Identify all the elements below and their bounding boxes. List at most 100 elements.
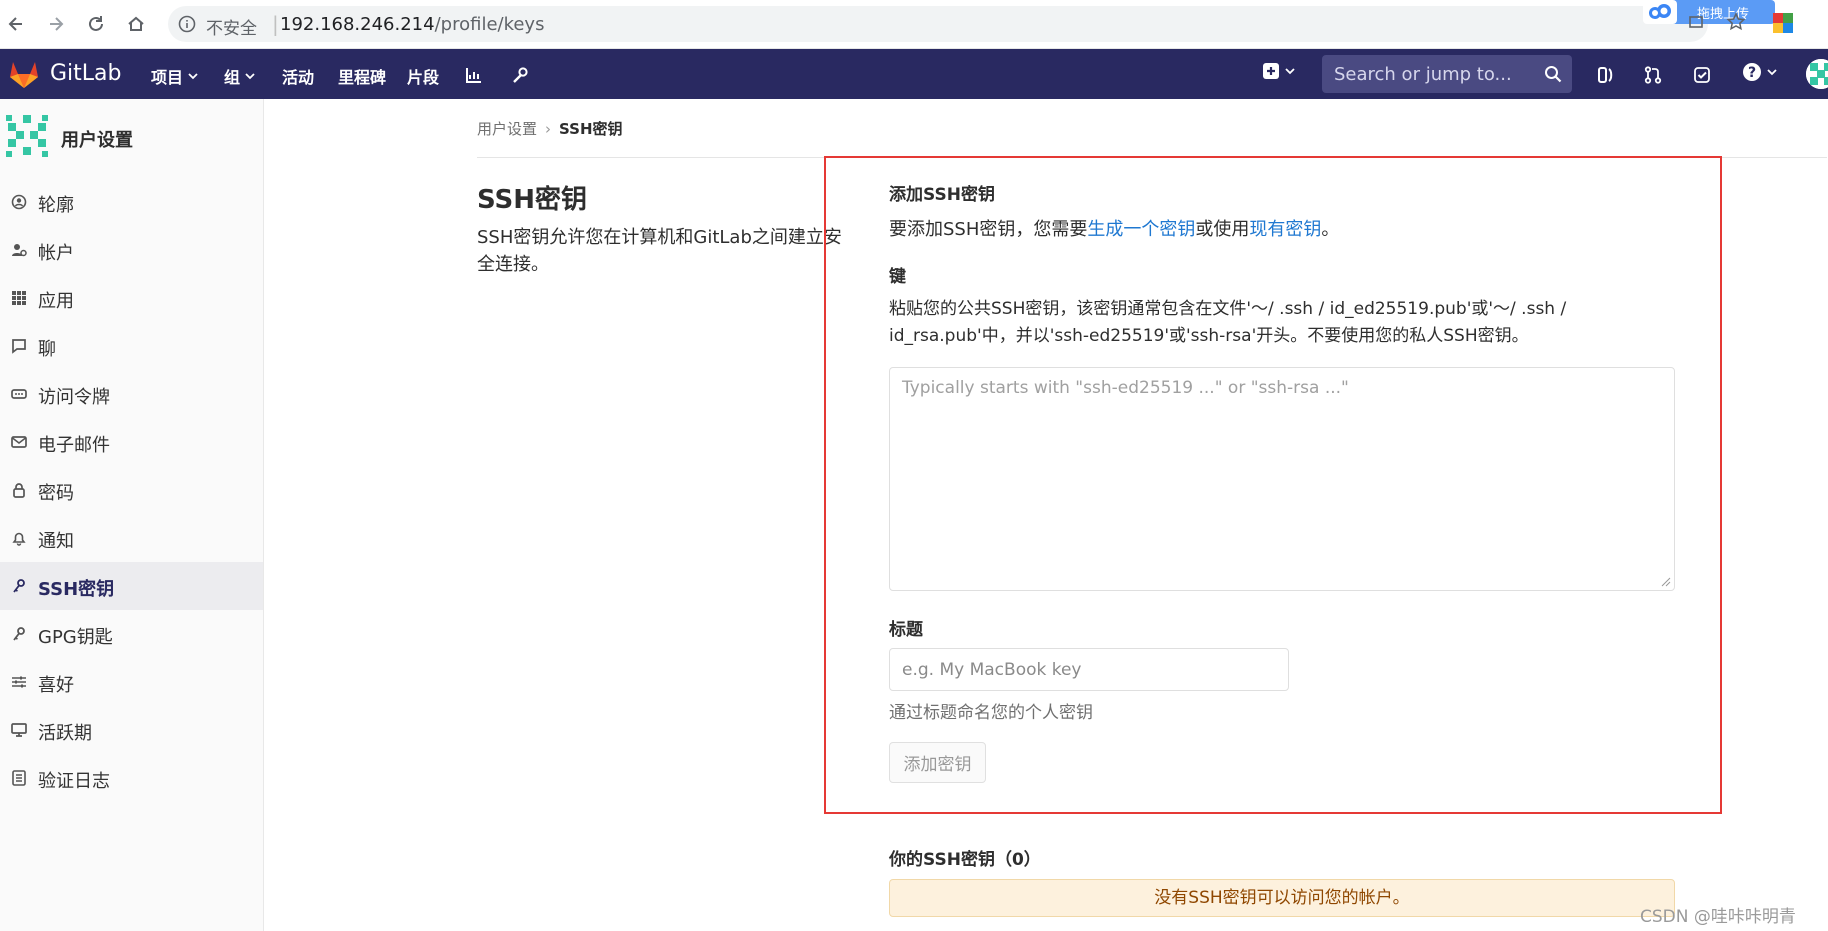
home-icon[interactable] (122, 10, 150, 38)
chat-icon (10, 337, 28, 355)
page-description: SSH密钥允许您在计算机和GitLab之间建立安全连接。 (477, 227, 842, 275)
address-separator: | (272, 12, 279, 36)
sidebar-item-chat[interactable]: 聊 (0, 322, 263, 370)
sidebar-item-auth-log[interactable]: 验证日志 (0, 754, 263, 802)
key-title-input[interactable] (889, 648, 1289, 691)
gitlab-brand[interactable]: GitLab (50, 61, 122, 86)
page-title: SSH密钥 (477, 185, 588, 215)
url-text[interactable]: 192.168.246.214/profile/keys (280, 14, 544, 35)
nav-menu-activity[interactable]: 活动 (282, 64, 314, 88)
ssh-key-textarea[interactable] (889, 367, 1675, 591)
upload-extension-badge[interactable]: 拖拽上传 (1643, 0, 1775, 24)
identicon-avatar (4, 113, 50, 159)
key-icon (10, 577, 28, 595)
key-icon (10, 625, 28, 643)
log-list-icon (10, 769, 28, 787)
new-item-dropdown[interactable] (1262, 62, 1296, 80)
sidebar-item-profile[interactable]: 轮廓 (0, 178, 263, 226)
nav-menu-label: 片段 (407, 68, 440, 87)
mail-icon (10, 433, 28, 451)
sidebar-item-gpg-keys[interactable]: GPG钥匙 (0, 610, 263, 658)
sidebar-item-label: 访问令牌 (38, 387, 110, 408)
reload-icon[interactable] (82, 10, 110, 38)
help-question-icon: ? (1742, 62, 1762, 82)
color-extension-icon[interactable] (1772, 12, 1794, 34)
chevron-down-icon (244, 70, 256, 82)
browser-toolbar: 不安全 | 192.168.246.214/profile/keys 拖拽上传 (0, 0, 1828, 49)
sidebar-item-label: 应用 (38, 291, 74, 312)
key-field-label: 键 (889, 267, 906, 287)
resize-handle-icon[interactable] (1661, 577, 1671, 587)
bookmark-star-icon[interactable] (1726, 12, 1748, 34)
add-desc-prefix: 要添加SSH密钥，您需要 (889, 219, 1088, 240)
sidebar-item-label: 电子邮件 (38, 435, 110, 456)
account-gear-icon (10, 241, 28, 259)
nav-menu-label: 项目 (151, 68, 184, 87)
search-icon[interactable] (1544, 65, 1562, 83)
nav-menu-projects[interactable]: 项目 (151, 64, 199, 88)
merge-request-icon[interactable] (1641, 63, 1665, 87)
settings-sidebar: 用户设置 轮廓 帐户 应用 聊 访问令牌 电子邮件 密码 通知 SSH密钥 GP… (0, 99, 264, 931)
forward-arrow-icon[interactable] (42, 10, 70, 38)
sidebar-item-label: GPG钥匙 (38, 627, 113, 648)
sidebar-item-emails[interactable]: 电子邮件 (0, 418, 263, 466)
applications-grid-icon (10, 289, 28, 307)
add-desc-suffix: 。 (1321, 219, 1340, 240)
sidebar-item-label: 帐户 (38, 243, 74, 264)
sidebar-item-access-tokens[interactable]: 访问令牌 (0, 370, 263, 418)
sidebar-item-label: 通知 (38, 531, 74, 552)
sidebar-header[interactable]: 用户设置 (0, 99, 263, 179)
chevron-down-icon (1284, 65, 1296, 77)
sidebar-item-password[interactable]: 密码 (0, 466, 263, 514)
back-arrow-icon[interactable] (2, 10, 30, 38)
sidebar-item-label: SSH密钥 (38, 579, 115, 600)
wrench-icon[interactable] (508, 63, 532, 87)
help-dropdown[interactable]: ? (1742, 62, 1778, 82)
sidebar-item-applications[interactable]: 应用 (0, 274, 263, 322)
search-box[interactable] (1322, 55, 1572, 93)
chevron-down-icon (187, 70, 199, 82)
breadcrumb-current[interactable]: SSH密钥 (559, 120, 623, 138)
preferences-sliders-icon (10, 673, 28, 691)
generate-key-link[interactable]: 生成一个密钥 (1087, 219, 1195, 240)
title-help-text: 通过标题命名您的个人密钥 (889, 703, 1093, 723)
address-bar[interactable]: 不安全 | 192.168.246.214/profile/keys (168, 6, 1708, 42)
todo-check-icon[interactable] (1690, 63, 1714, 87)
sidebar-item-notifications[interactable]: 通知 (0, 514, 263, 562)
svg-text:?: ? (1748, 65, 1756, 81)
key-field-description: 粘贴您的公共SSH密钥，该密钥通常包含在文件'〜/ .ssh / id_ed25… (889, 299, 1567, 346)
cloud-icon (1643, 0, 1677, 24)
sidebar-item-ssh-keys[interactable]: SSH密钥 (0, 562, 263, 610)
chart-icon[interactable] (462, 63, 486, 87)
search-input[interactable] (1322, 55, 1544, 93)
chevron-right-icon: › (545, 120, 552, 138)
sidebar-item-label: 验证日志 (38, 771, 110, 792)
chevron-down-icon (1766, 66, 1778, 78)
nav-menu-milestones[interactable]: 里程碑 (338, 64, 386, 88)
security-label: 不安全 (206, 19, 257, 39)
nav-menu-label: 活动 (282, 68, 315, 87)
sidebar-title: 用户设置 (61, 130, 133, 151)
plus-square-icon (1262, 62, 1280, 80)
sidebar-item-account[interactable]: 帐户 (0, 226, 263, 274)
existing-key-link[interactable]: 现有密钥 (1249, 219, 1321, 240)
add-ssh-key-description: 要添加SSH密钥，您需要生成一个密钥或使用现有密钥。 (889, 215, 1339, 241)
add-key-button[interactable]: 添加密钥 (889, 742, 986, 783)
issues-icon[interactable] (1594, 63, 1618, 87)
nav-menu-groups[interactable]: 组 (224, 64, 256, 88)
bell-icon (10, 529, 28, 547)
nav-menu-snippets[interactable]: 片段 (407, 64, 439, 88)
profile-icon (10, 193, 28, 211)
sidebar-item-preferences[interactable]: 喜好 (0, 658, 263, 706)
sidebar-item-label: 密码 (38, 483, 74, 504)
no-keys-alert: 没有SSH密钥可以访问您的帐户。 (889, 879, 1675, 917)
download-icon[interactable] (1687, 12, 1709, 34)
sidebar-item-active-sessions[interactable]: 活跃期 (0, 706, 263, 754)
user-avatar[interactable] (1806, 59, 1828, 89)
sidebar-item-label: 活跃期 (38, 723, 92, 744)
info-icon[interactable] (178, 15, 196, 33)
watermark-text: CSDN @哇咔咔明青 (1640, 907, 1796, 927)
nav-menu-label: 里程碑 (338, 68, 387, 87)
gitlab-logo-icon[interactable] (8, 59, 40, 89)
breadcrumb-parent-link[interactable]: 用户设置 (477, 120, 537, 138)
